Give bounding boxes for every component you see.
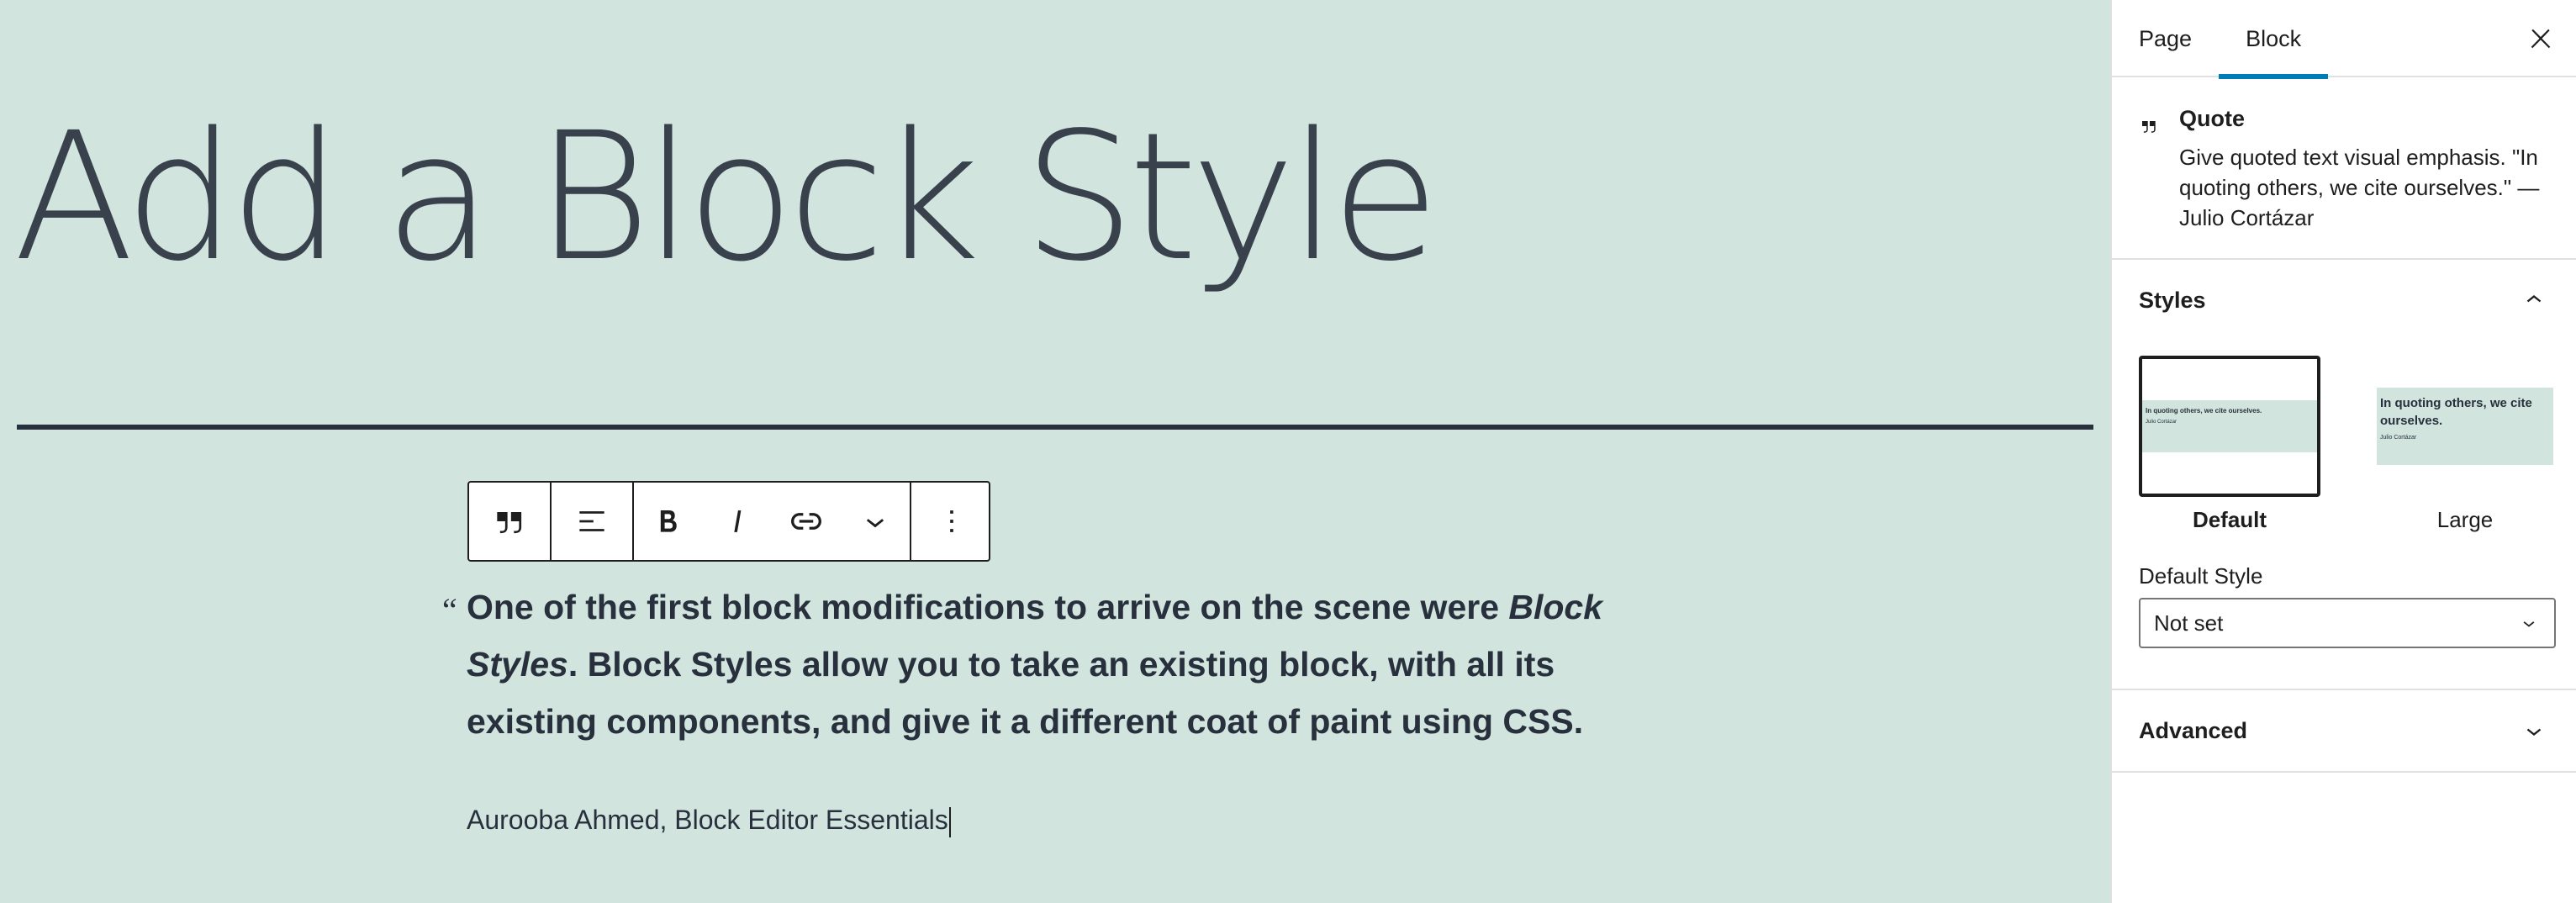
quote-block-icon	[497, 512, 522, 534]
settings-sidebar: Page Block Quote Give quoted text visual…	[2110, 0, 2576, 903]
toolbar-group-options	[911, 483, 992, 560]
preview-quote-text: In quoting others, we cite ourselves.	[2380, 396, 2532, 428]
default-style-select[interactable]: Not set	[2139, 598, 2556, 648]
text-caret	[948, 806, 951, 837]
styles-panel-toggle[interactable]: Styles	[2112, 260, 2576, 341]
preview-cite-text: Julio Cortázar	[2146, 420, 2177, 425]
styles-panel-body: In quoting others, we cite ourselves. Ju…	[2112, 341, 2576, 689]
style-option-default[interactable]: In quoting others, we cite ourselves. Ju…	[2139, 356, 2320, 533]
style-label-large: Large	[2436, 507, 2494, 532]
more-rich-text-button[interactable]	[841, 483, 910, 560]
link-icon	[791, 513, 821, 530]
preview-quote-text: In quoting others, we cite ourselves.	[2146, 407, 2262, 415]
editor-canvas: Add a Block Style “ One of the first blo…	[0, 0, 2110, 903]
bold-button[interactable]	[634, 483, 703, 560]
chevron-down-icon	[2526, 728, 2542, 736]
close-icon	[2531, 29, 2551, 49]
more-vertical-icon	[950, 510, 953, 532]
style-options: In quoting others, we cite ourselves. Ju…	[2139, 341, 2556, 533]
tab-block[interactable]: Block	[2219, 0, 2329, 79]
style-label-default: Default	[2192, 507, 2267, 532]
quote-text-part1: One of the first block modifications to …	[467, 588, 1509, 626]
tab-page[interactable]: Page	[2112, 0, 2219, 77]
style-preview-large: In quoting others, we cite ourselves. Ju…	[2374, 356, 2556, 497]
toolbar-group-block-switcher	[469, 483, 552, 560]
align-button[interactable]	[552, 483, 632, 560]
quote-citation-text: Aurooba Ahmed, Block Editor Essentials	[467, 805, 948, 835]
close-sidebar-button[interactable]	[2521, 18, 2561, 59]
sidebar-tabs: Page Block	[2112, 0, 2576, 79]
chevron-down-icon	[866, 519, 884, 528]
block-card: Quote Give quoted text visual emphasis. …	[2112, 77, 2576, 260]
block-card-title: Quote	[2179, 106, 2245, 131]
quote-text[interactable]: One of the first block modifications to …	[467, 578, 1677, 750]
style-preview-default-content: In quoting others, we cite ourselves. Ju…	[2142, 400, 2317, 452]
styles-panel: Styles In quoting others, we cite oursel…	[2112, 260, 2576, 690]
quote-mark: “	[442, 591, 457, 629]
default-style-value: Not set	[2154, 610, 2224, 636]
link-button[interactable]	[772, 483, 841, 560]
styles-panel-title: Styles	[2139, 287, 2206, 313]
toolbar-group-align	[552, 483, 634, 560]
style-option-large[interactable]: In quoting others, we cite ourselves. Ju…	[2374, 356, 2556, 533]
bold-icon	[660, 510, 677, 532]
preview-cite-text: Julio Cortázar	[2380, 435, 2417, 441]
advanced-panel-toggle[interactable]: Advanced	[2112, 690, 2576, 771]
quote-icon	[2142, 121, 2156, 133]
block-toolbar	[467, 481, 990, 562]
align-icon	[579, 511, 604, 531]
block-card-description: Give quoted text visual emphasis. "In qu…	[2179, 145, 2540, 230]
block-switcher-button[interactable]	[469, 483, 550, 560]
italic-button[interactable]	[703, 483, 772, 560]
quote-text-part2: . Block Styles allow you to take an exis…	[467, 645, 1584, 741]
style-preview-default: In quoting others, we cite ourselves. Ju…	[2139, 356, 2320, 497]
options-button[interactable]	[911, 483, 992, 560]
chevron-up-icon	[2526, 295, 2542, 303]
quote-citation[interactable]: Aurooba Ahmed, Block Editor Essentials	[467, 805, 951, 837]
advanced-panel-title: Advanced	[2139, 717, 2248, 743]
style-preview-large-content: In quoting others, we cite ourselves. Ju…	[2377, 388, 2553, 465]
chevron-down-icon	[2523, 621, 2535, 627]
advanced-panel: Advanced	[2112, 690, 2576, 773]
italic-icon	[734, 510, 742, 532]
default-style-label: Default Style	[2139, 563, 2263, 589]
separator-block[interactable]	[17, 425, 2093, 430]
page-title[interactable]: Add a Block Style	[13, 109, 1439, 286]
block-card-content: Quote Give quoted text visual emphasis. …	[2179, 106, 2549, 233]
toolbar-group-format	[634, 483, 911, 560]
